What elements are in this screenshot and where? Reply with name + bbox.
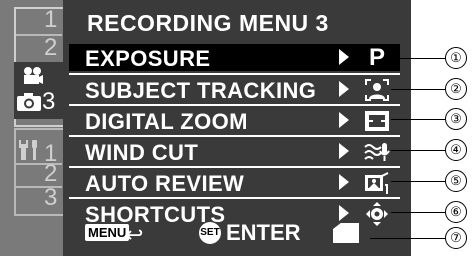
set-key-icon: SET (199, 222, 221, 244)
callout-leader (370, 238, 445, 239)
callout-6: ⑥ (445, 201, 467, 223)
menu-item-label: WIND CUT (85, 140, 199, 165)
auto-review-icon (365, 172, 389, 194)
menu-item-digital-zoom[interactable]: DIGITAL ZOOM (69, 107, 400, 134)
wind-cut-icon (364, 143, 390, 161)
menu-title: RECORDING MENU 3 (87, 10, 329, 36)
callout-3: ③ (445, 108, 467, 130)
still-camera-icon (17, 93, 41, 111)
row-divider (69, 104, 400, 106)
callout-leader (391, 119, 445, 120)
recording-tab-2[interactable]: 2 (44, 34, 57, 62)
row-divider (69, 197, 400, 199)
movie-camera-icon (24, 67, 43, 84)
subject-tracking-icon (365, 79, 389, 101)
menu-item-label: AUTO REVIEW (85, 171, 245, 196)
callout-leader (391, 58, 445, 59)
row-divider (69, 73, 400, 75)
recording-menu-panel: RECORDING MENU 3 EXPOSURE P SUBJECT TRAC… (63, 0, 411, 256)
program-mode-icon: P (368, 44, 385, 71)
row-divider (69, 135, 400, 137)
callout-5: ⑤ (445, 170, 467, 192)
menu-item-exposure[interactable]: EXPOSURE P (69, 44, 400, 71)
callout-leader (391, 212, 445, 213)
menu-item-label: DIGITAL ZOOM (85, 109, 248, 134)
camera-screen: 1 2 3 1 2 3 RECORDING MENU 3 EXPOSURE P … (0, 0, 411, 256)
menu-key-label: MENU (85, 224, 130, 241)
menu-tab-strip: 1 2 3 1 2 3 (0, 0, 64, 256)
enter-label: ENTER (226, 220, 301, 245)
callout-leader (391, 150, 445, 151)
menu-footer: MENU ↩ SET ENTER (63, 218, 411, 256)
memory-card-icon (333, 223, 359, 243)
menu-item-label: EXPOSURE (85, 46, 211, 71)
menu-item-auto-review[interactable]: AUTO REVIEW (69, 169, 400, 196)
recording-tab-3[interactable]: 3 (42, 88, 55, 116)
submenu-arrow-icon (339, 143, 349, 159)
callout-4: ④ (445, 139, 467, 161)
callout-2: ② (445, 78, 467, 100)
digital-zoom-icon (365, 111, 389, 131)
submenu-arrow-icon (339, 174, 349, 190)
submenu-arrow-icon (339, 49, 349, 65)
callout-1: ① (445, 47, 467, 69)
submenu-arrow-icon (339, 81, 349, 97)
submenu-arrow-icon (339, 112, 349, 128)
setup-tools-icon (19, 140, 37, 160)
row-divider (69, 166, 400, 168)
back-arrow-icon: ↩ (125, 222, 144, 247)
callout-7: ⑦ (445, 227, 467, 249)
menu-item-label: SUBJECT TRACKING (85, 78, 317, 103)
menu-item-wind-cut[interactable]: WIND CUT (69, 138, 400, 165)
callout-leader (391, 181, 445, 182)
recording-tab-1[interactable]: 1 (44, 6, 57, 34)
menu-item-subject-tracking[interactable]: SUBJECT TRACKING (69, 76, 400, 103)
callout-leader (391, 89, 445, 90)
setup-tab-3[interactable]: 3 (44, 184, 57, 212)
